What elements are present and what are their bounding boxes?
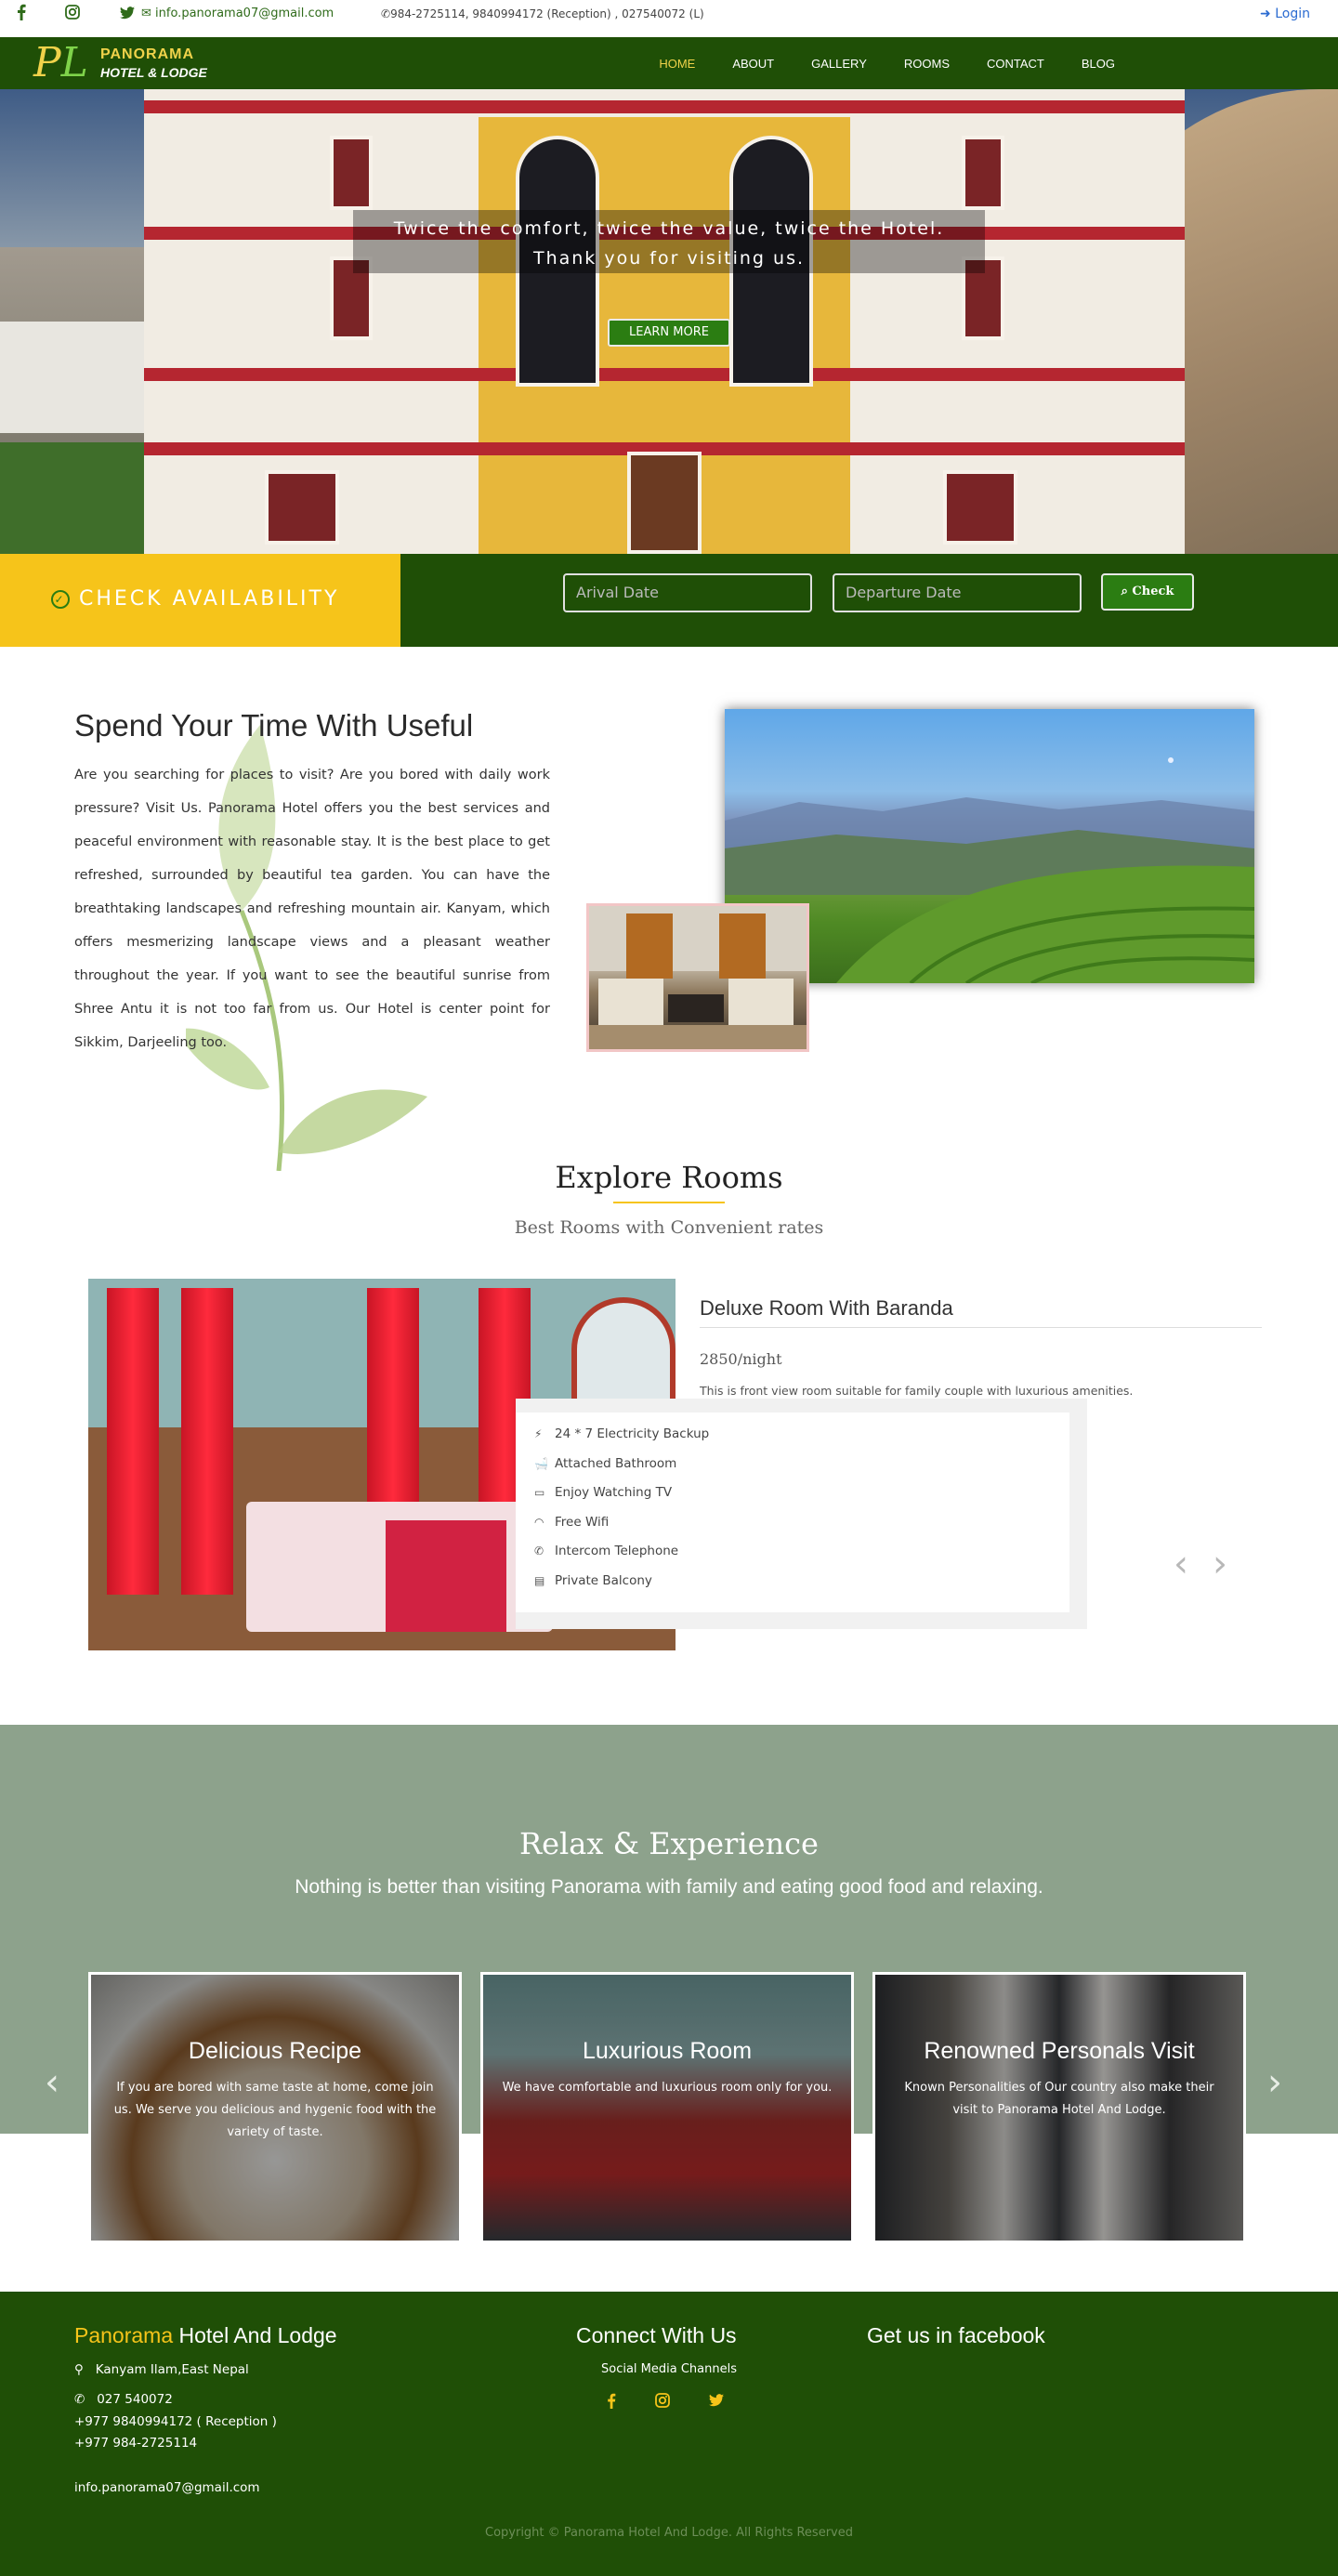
logo-mark: PL [33, 39, 88, 86]
availability-bar: ✓ CHECK AVAILABILITY Arival Date Departur… [0, 554, 1338, 647]
check-circle-icon: ✓ [51, 590, 70, 609]
sign-in-icon: ➜ [1260, 7, 1276, 21]
wifi-icon: ◠ [534, 1515, 544, 1529]
amenity-item: ✆ Intercom Telephone [534, 1544, 679, 1558]
check-button[interactable]: ⌕ Check [1101, 573, 1194, 611]
nav-about[interactable]: ABOUT [732, 57, 774, 71]
plug-icon: ⚡ [534, 1427, 543, 1440]
facebook-icon[interactable] [11, 4, 32, 26]
footer-brand: Panorama Hotel And Lodge [74, 2323, 337, 2347]
hero-side-building [0, 322, 149, 433]
feature-card-personals[interactable]: Renowned Personals Visit Known Personali… [872, 1972, 1246, 2243]
rooms-title-underline [613, 1202, 725, 1203]
carousel-prev-arrow-icon[interactable]: ‹ [45, 2061, 59, 2104]
footer-address: ⚲ Kanyam Ilam,East Nepal [74, 2362, 249, 2377]
hero-banner: Twice the comfort, twice the value, twic… [0, 89, 1338, 554]
feature-card-text: Known Personalities of Our country also … [904, 2081, 1214, 2117]
phone-icon: ✆ [381, 7, 391, 20]
room-description: This is front view room suitable for fam… [700, 1384, 1134, 1398]
relax-title: Relax & Experience [519, 1826, 819, 1861]
amenity-item: ▭ Enjoy Watching TV [534, 1485, 673, 1500]
map-marker-icon: ⚲ [74, 2362, 88, 2377]
footer-instagram-icon[interactable] [652, 2393, 673, 2412]
logo-line-2: HOTEL & LODGE [100, 65, 207, 80]
amenity-item: ⚡ 24 * 7 Electricity Backup [534, 1426, 710, 1441]
facebook-widget-title: Get us in facebook [867, 2323, 1045, 2347]
room-price: 2850/night [700, 1350, 782, 1368]
instagram-icon[interactable] [62, 4, 83, 26]
feature-card-title: Renowned Personals Visit [924, 2038, 1195, 2064]
relax-subtitle: Nothing is better than visiting Panorama… [295, 1876, 1043, 1898]
footer: Panorama Hotel And Lodge ⚲ Kanyam Ilam,E… [0, 2292, 1338, 2576]
building-icon: ▤ [534, 1573, 545, 1587]
nav-rooms[interactable]: ROOMS [904, 57, 950, 71]
departure-date-input[interactable]: Departure Date [833, 573, 1082, 612]
footer-phone-2: +977 9840994172 ( Reception ) [74, 2414, 277, 2429]
top-bar: ✉ info.panorama07@gmail.com ✆984-2725114… [0, 0, 1338, 37]
carousel-next-arrow-icon[interactable]: › [1267, 2061, 1282, 2104]
check-availability-heading: ✓ CHECK AVAILABILITY [51, 587, 339, 611]
amenity-item: ▤ Private Balcony [534, 1572, 652, 1588]
hero-tagline: Twice the comfort, twice the value, twic… [393, 218, 945, 269]
login-link[interactable]: ➜ Login [1260, 4, 1310, 24]
phone-info: ✆984-2725114, 9840994172 (Reception) , 0… [381, 7, 704, 20]
arrival-date-input[interactable]: Arival Date [563, 573, 812, 612]
twitter-icon[interactable] [117, 4, 138, 26]
feature-card-text: We have comfortable and luxurious room o… [502, 2081, 833, 2095]
rooms-subtitle: Best Rooms with Convenient rates [514, 1217, 824, 1238]
room-name: Deluxe Room With Baranda [700, 1296, 953, 1320]
lobby-photo [586, 903, 809, 1052]
amenities-list: ⚡ 24 * 7 Electricity Backup 🛁 Attached Bat… [516, 1413, 1069, 1612]
nav-gallery[interactable]: GALLERY [811, 57, 867, 71]
amenity-item: ◠ Free Wifi [534, 1514, 610, 1530]
footer-phone-3: +977 984-2725114 [74, 2436, 198, 2451]
connect-title: Connect With Us [576, 2323, 737, 2347]
bath-icon: 🛁 [534, 1456, 548, 1470]
amenity-item: 🛁 Attached Bathroom [534, 1455, 677, 1471]
site-logo[interactable]: PL PANORAMA HOTEL & LODGE [33, 41, 219, 85]
nav-home[interactable]: HOME [659, 57, 695, 71]
main-navbar: PL PANORAMA HOTEL & LODGE HOME ABOUT GAL… [0, 37, 1338, 89]
logo-line-1: PANORAMA [100, 46, 195, 62]
room-divider [700, 1327, 1262, 1328]
footer-facebook-icon[interactable] [601, 2393, 622, 2413]
copyright: Copyright © Panorama Hotel And Lodge. Al… [485, 2526, 853, 2540]
rooms-title: Explore Rooms [555, 1160, 783, 1195]
feature-card-text: If you are bored with same taste at home… [113, 2081, 437, 2139]
search-icon: ⌕ [1121, 585, 1133, 598]
feature-card-title: Luxurious Room [582, 2038, 753, 2064]
phone-icon: ✆ [534, 1544, 544, 1557]
feature-card-room[interactable]: Luxurious Room We have comfortable and l… [480, 1972, 854, 2243]
phone-icon: ✆ [74, 2392, 89, 2407]
learn-more-button[interactable]: LEARN MORE [608, 319, 730, 347]
feature-card-title: Delicious Recipe [188, 2038, 362, 2064]
footer-phone-1: ✆ 027 540072 [74, 2392, 173, 2407]
envelope-icon: ✉ [141, 7, 156, 20]
about-paragraph: Are you searching for places to visit? A… [74, 768, 550, 1050]
nav-contact[interactable]: CONTACT [987, 57, 1044, 71]
about-title: Spend Your Time With Useful [74, 708, 474, 743]
tv-icon: ▭ [534, 1486, 545, 1499]
room-prev-arrow-icon[interactable]: ‹ [1174, 1543, 1188, 1585]
main-nav: HOME ABOUT GALLERY ROOMS CONTACT BLOG [659, 37, 1115, 89]
footer-email[interactable]: info.panorama07@gmail.com [74, 2480, 260, 2495]
feature-card-recipe[interactable]: Delicious Recipe If you are bored with s… [88, 1972, 462, 2243]
room-next-arrow-icon[interactable]: › [1213, 1543, 1227, 1585]
nav-blog[interactable]: BLOG [1082, 57, 1115, 71]
footer-twitter-icon[interactable] [706, 2393, 727, 2412]
email-link[interactable]: ✉ info.panorama07@gmail.com [141, 5, 334, 23]
connect-subtitle: Social Media Channels [601, 2362, 737, 2376]
